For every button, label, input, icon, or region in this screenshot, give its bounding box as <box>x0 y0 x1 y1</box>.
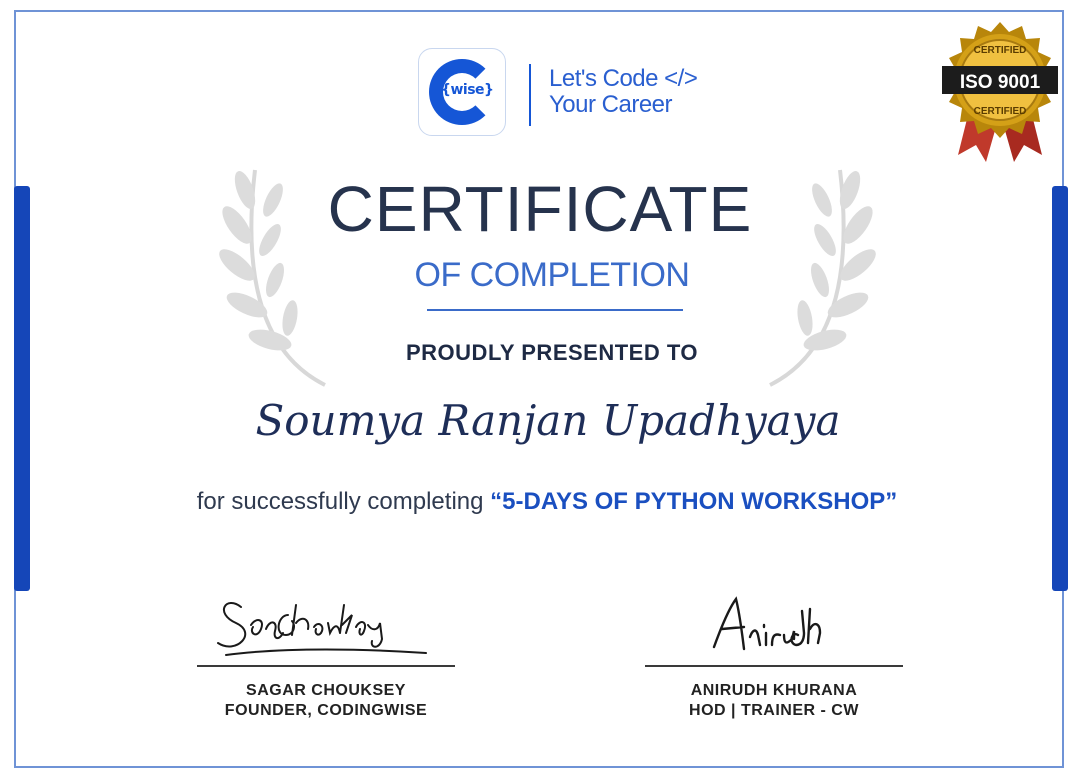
logo-text: {wise} <box>441 82 494 98</box>
brand-tagline: Let's Code </> Your Career <box>549 65 698 118</box>
right-accent-bar <box>1052 186 1068 591</box>
signature-block-trainer: ANIRUDH KHURANA HOD | TRAINER - CW <box>644 585 904 721</box>
trainer-name: ANIRUDH KHURANA <box>690 682 858 699</box>
certificate-border <box>14 10 1064 768</box>
trainer-signature-line <box>645 665 903 667</box>
trainer-role: HOD | TRAINER - CW <box>689 702 859 719</box>
founder-role: FOUNDER, CODINGWISE <box>224 702 428 719</box>
founder-name: SAGAR CHOUKSEY <box>246 682 406 699</box>
course-name: “5-DAYS OF PYTHON WORKSHOP” <box>490 488 898 515</box>
presented-to-label: PROUDLY PRESENTED TO <box>406 340 698 365</box>
certificate-title: CERTIFICATE <box>327 173 753 245</box>
subtitle-underline <box>427 309 683 311</box>
signature-block-founder: SAGAR CHOUKSEY FOUNDER, CODINGWISE <box>196 585 456 721</box>
completion-statement: for successfully completing “5-DAYS OF P… <box>0 488 1080 516</box>
iso-certified-badge: CERTIFIED ISO 9001 CERTIFIED <box>942 22 1058 162</box>
certificate-subtitle: OF COMPLETION <box>414 256 690 294</box>
recipient-name: Soumya Ranjan Upadhyaya <box>255 396 841 445</box>
founder-signature <box>217 602 427 656</box>
tagline-line-2: Your Career <box>549 91 673 118</box>
statement-prefix: for successfully completing <box>196 488 491 515</box>
logo-divider <box>529 64 531 126</box>
codingwise-logo: {wise} <box>418 48 506 136</box>
tagline-line-1: Let's Code </> <box>549 65 698 92</box>
left-accent-bar <box>14 186 30 591</box>
badge-main-text: ISO 9001 <box>960 72 1041 93</box>
badge-top-text: CERTIFIED <box>974 45 1027 56</box>
founder-signature-line <box>197 665 455 667</box>
trainer-signature <box>712 596 822 651</box>
badge-bottom-text: CERTIFIED <box>974 106 1027 117</box>
